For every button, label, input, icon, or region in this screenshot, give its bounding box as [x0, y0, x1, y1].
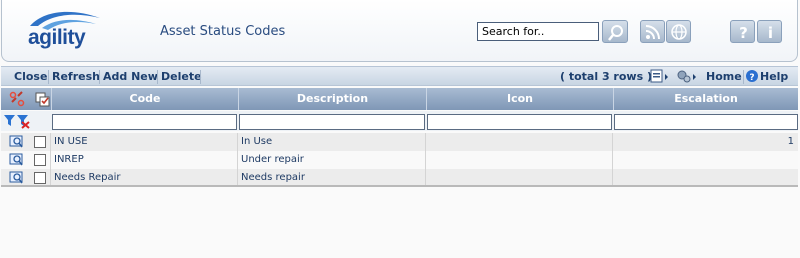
svg-text:i: i	[768, 24, 773, 42]
cell-icon	[425, 133, 612, 151]
filter-code-input[interactable]	[52, 114, 237, 130]
globe-button[interactable]	[666, 20, 691, 43]
select-all-icon[interactable]	[34, 91, 50, 107]
filter-description-input[interactable]	[239, 114, 425, 130]
search-icon	[608, 25, 623, 41]
toolbar: Close Refresh Add New Delete ( total 3 r…	[1, 66, 798, 86]
toolbar-divider	[743, 70, 744, 84]
help-button[interactable]: Help	[757, 69, 791, 84]
filter-icon-input[interactable]	[427, 114, 612, 130]
view-record-icon[interactable]	[9, 153, 24, 167]
row-checkbox[interactable]	[34, 172, 46, 184]
cell-escalation	[612, 151, 798, 169]
column-header-icon[interactable]: Icon	[426, 88, 613, 110]
view-record-icon[interactable]	[9, 135, 24, 149]
question-mark-icon: ?	[739, 24, 748, 42]
close-button[interactable]: Close	[11, 69, 50, 84]
column-header-code[interactable]: Code	[51, 88, 238, 110]
cell-description: In Use	[237, 133, 425, 151]
svg-text:?: ?	[749, 73, 754, 83]
row-checkbox[interactable]	[34, 136, 46, 148]
toolbar-divider	[200, 70, 201, 84]
cell-description: Under repair	[237, 151, 425, 169]
app-window: agility Asset Status Codes Search for.. …	[0, 0, 800, 258]
home-button[interactable]: Home	[703, 69, 745, 84]
refresh-button[interactable]: Refresh	[49, 69, 103, 84]
delete-button[interactable]: Delete	[158, 69, 205, 84]
column-header-escalation[interactable]: Escalation	[613, 88, 798, 110]
info-button[interactable]: i	[757, 20, 782, 43]
row-checkbox[interactable]	[34, 154, 46, 166]
export-menu-icon[interactable]	[649, 68, 671, 85]
filter-icon[interactable]	[3, 113, 31, 129]
grid-bottom-border	[1, 185, 798, 187]
grid-header: Code Description Icon Escalation	[1, 88, 798, 110]
svg-text:?: ?	[739, 24, 748, 42]
cell-code: IN USE	[50, 133, 237, 151]
column-header-description[interactable]: Description	[238, 88, 426, 110]
page-title: Asset Status Codes	[160, 24, 286, 39]
app-header: agility Asset Status Codes Search for.. …	[1, 0, 798, 62]
cell-code: INREP	[50, 151, 237, 169]
unlink-icon[interactable]	[9, 91, 25, 107]
globe-icon	[671, 24, 687, 40]
search-button[interactable]	[602, 20, 628, 43]
rss-button[interactable]	[640, 20, 665, 43]
view-record-icon[interactable]	[9, 171, 24, 185]
settings-menu-icon[interactable]	[675, 68, 699, 85]
rss-icon	[645, 25, 660, 40]
add-new-button[interactable]: Add New	[100, 69, 161, 84]
table-row[interactable]: INREP Under repair	[1, 151, 798, 169]
info-icon: i	[768, 24, 773, 42]
cell-escalation: 1	[612, 133, 798, 151]
table-row[interactable]: IN USE In Use 1	[1, 133, 798, 151]
search-input[interactable]	[477, 22, 599, 41]
cell-icon	[425, 151, 612, 169]
logo-text: agility	[28, 26, 86, 49]
question-button[interactable]: ?	[730, 20, 755, 43]
filter-row	[1, 111, 798, 131]
rows-count: ( total 3 rows )	[560, 70, 652, 83]
filter-escalation-input[interactable]	[614, 114, 798, 130]
